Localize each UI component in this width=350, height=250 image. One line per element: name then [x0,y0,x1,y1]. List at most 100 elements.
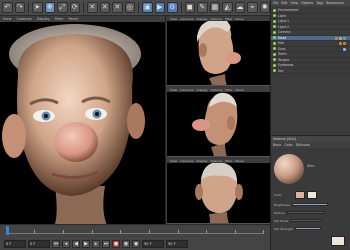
viewport-menu-view[interactable]: View [3,17,11,21]
select-icon[interactable]: ➤ [31,2,43,13]
visibility-icon[interactable] [273,30,276,34]
material-preview-label: Skin [307,164,315,168]
visibility-icon[interactable] [273,36,276,40]
material-tag-icon[interactable] [335,36,338,40]
phong-tag-icon[interactable] [339,36,342,40]
render-settings-icon[interactable]: ⚙ [167,2,178,13]
mix-strength-slider[interactable] [295,227,322,230]
keyframe-selection-icon[interactable]: ◆ [132,239,140,248]
y-axis-icon[interactable]: ✕ [99,2,111,13]
z-axis-icon[interactable]: ✕ [112,2,123,13]
viewport-menu-view[interactable]: View [170,159,177,163]
viewport-menu-options[interactable]: Options [211,17,223,21]
tab-basic[interactable]: Basic [273,143,281,147]
viewport-menu-filter[interactable]: Filter [55,17,64,21]
visibility-icon[interactable] [273,52,276,56]
viewport-menu-filter[interactable]: Filter [225,159,232,163]
viewport-menu-panel[interactable]: Panel [68,17,77,21]
viewport-menu-filter[interactable]: Filter [225,88,232,92]
om-menu-file[interactable]: File [273,1,278,5]
render-view-icon[interactable]: ▶ [154,2,166,13]
cube-icon[interactable]: ◼ [184,2,196,13]
bottom-right-viewport[interactable]: View Cameras Display Options Filter Pane… [167,158,270,224]
color-swatch[interactable] [307,191,317,199]
visibility-icon[interactable] [273,47,276,51]
visibility-icon[interactable] [273,63,276,67]
visibility-icon[interactable] [273,41,276,45]
texture-tag-icon[interactable] [343,36,346,40]
om-menu-bookmarks[interactable]: Bookmarks [326,1,344,5]
redo-icon[interactable]: ↷ [14,2,26,13]
timeline-ruler[interactable] [6,228,264,234]
current-frame-field[interactable]: 0 F [28,239,50,248]
render-region-icon[interactable]: ▣ [142,2,153,13]
light-icon[interactable]: ✹ [259,2,271,13]
viewport-menu-display[interactable]: Display [196,159,207,163]
material-tag-icon[interactable] [343,42,346,45]
autokey-icon[interactable]: ◉ [122,239,130,248]
viewport-menu-options[interactable]: Options [211,88,223,92]
viewport-menu-cameras[interactable]: Cameras [180,88,193,92]
scale-icon[interactable]: ⤢ [57,2,68,13]
om-menu-tags[interactable]: Tags [316,1,323,5]
viewport-menu-view[interactable]: View [170,88,177,92]
fps-field[interactable]: 90 F [166,239,188,248]
brightness-slider[interactable] [291,203,328,206]
timeline-playhead[interactable] [6,226,9,235]
top-right-viewport[interactable]: View Cameras Display Options Filter Pane… [167,16,270,86]
world-icon[interactable]: ◎ [124,2,136,13]
play-forward-icon[interactable]: ▶ [82,239,90,248]
environment-icon[interactable]: ☁ [234,2,246,13]
camera-icon[interactable]: ⌖ [247,2,258,13]
visibility-icon[interactable] [273,25,276,29]
next-key-icon[interactable]: ▸ [92,239,100,248]
om-menu-edit[interactable]: Edit [281,1,287,5]
start-frame-field[interactable]: 0 F [4,239,26,248]
tab-color[interactable]: Color [284,143,292,147]
material-tag-icon[interactable] [339,42,342,45]
visibility-icon[interactable] [273,8,276,12]
visibility-icon[interactable] [273,19,276,23]
middle-right-viewport[interactable]: View Cameras Display Options Filter Pane… [167,87,270,157]
viewport-menu-cameras[interactable]: Cameras [180,159,193,163]
viewport-menu-panel[interactable]: Panel [236,159,244,163]
viewport-menu-view[interactable]: View [170,17,177,21]
x-axis-icon[interactable]: ✕ [87,2,98,13]
subdivide-icon[interactable]: ▦ [209,2,221,13]
pen-icon[interactable]: ✎ [197,2,208,13]
object-row[interactable]: Sky [271,69,350,74]
visibility-icon[interactable] [273,14,276,18]
viewport-menu-options[interactable]: Options [211,159,223,163]
visibility-icon[interactable] [273,69,276,73]
viewport-menu-cameras[interactable]: Cameras [180,17,193,21]
color-swatch[interactable] [295,191,305,199]
go-to-end-icon[interactable]: ⏭ [102,239,110,248]
move-icon[interactable]: ✥ [44,2,56,13]
om-menu-objects[interactable]: Objects [301,1,313,5]
viewport-menu-cameras[interactable]: Cameras [16,17,32,21]
viewport-menu-display[interactable]: Display [196,88,207,92]
material-preview-sphere[interactable] [274,154,304,184]
texture-field[interactable] [286,211,325,214]
go-to-start-icon[interactable]: ⏮ [52,239,60,248]
phong-tag-icon[interactable] [343,47,346,51]
visibility-icon[interactable] [273,58,276,62]
viewport-menu: View Cameras Display Filter Panel [0,16,165,22]
viewport-menu-panel[interactable]: Panel [236,17,244,21]
deformer-icon[interactable]: ◭ [222,2,233,13]
viewport-menu-display[interactable]: Display [37,17,50,21]
end-frame-field[interactable]: 90 F [142,239,164,248]
texture-thumbnail[interactable] [331,236,345,246]
undo-icon[interactable]: ↶ [2,2,13,13]
om-menu-view[interactable]: View [291,1,299,5]
viewport-menu-filter[interactable]: Filter [225,17,232,21]
mix-mode-dropdown[interactable] [290,219,323,222]
viewport-menu-display[interactable]: Display [196,17,207,21]
record-icon[interactable]: ● [112,239,120,248]
play-backward-icon[interactable]: ◀ [72,239,80,248]
rotate-icon[interactable]: ⟳ [69,2,81,13]
viewport-menu-panel[interactable]: Panel [236,88,244,92]
perspective-viewport[interactable]: View Cameras Display Filter Panel [0,16,166,224]
prev-key-icon[interactable]: ◂ [62,239,70,248]
tab-diffusion[interactable]: Diffusion [296,143,310,147]
